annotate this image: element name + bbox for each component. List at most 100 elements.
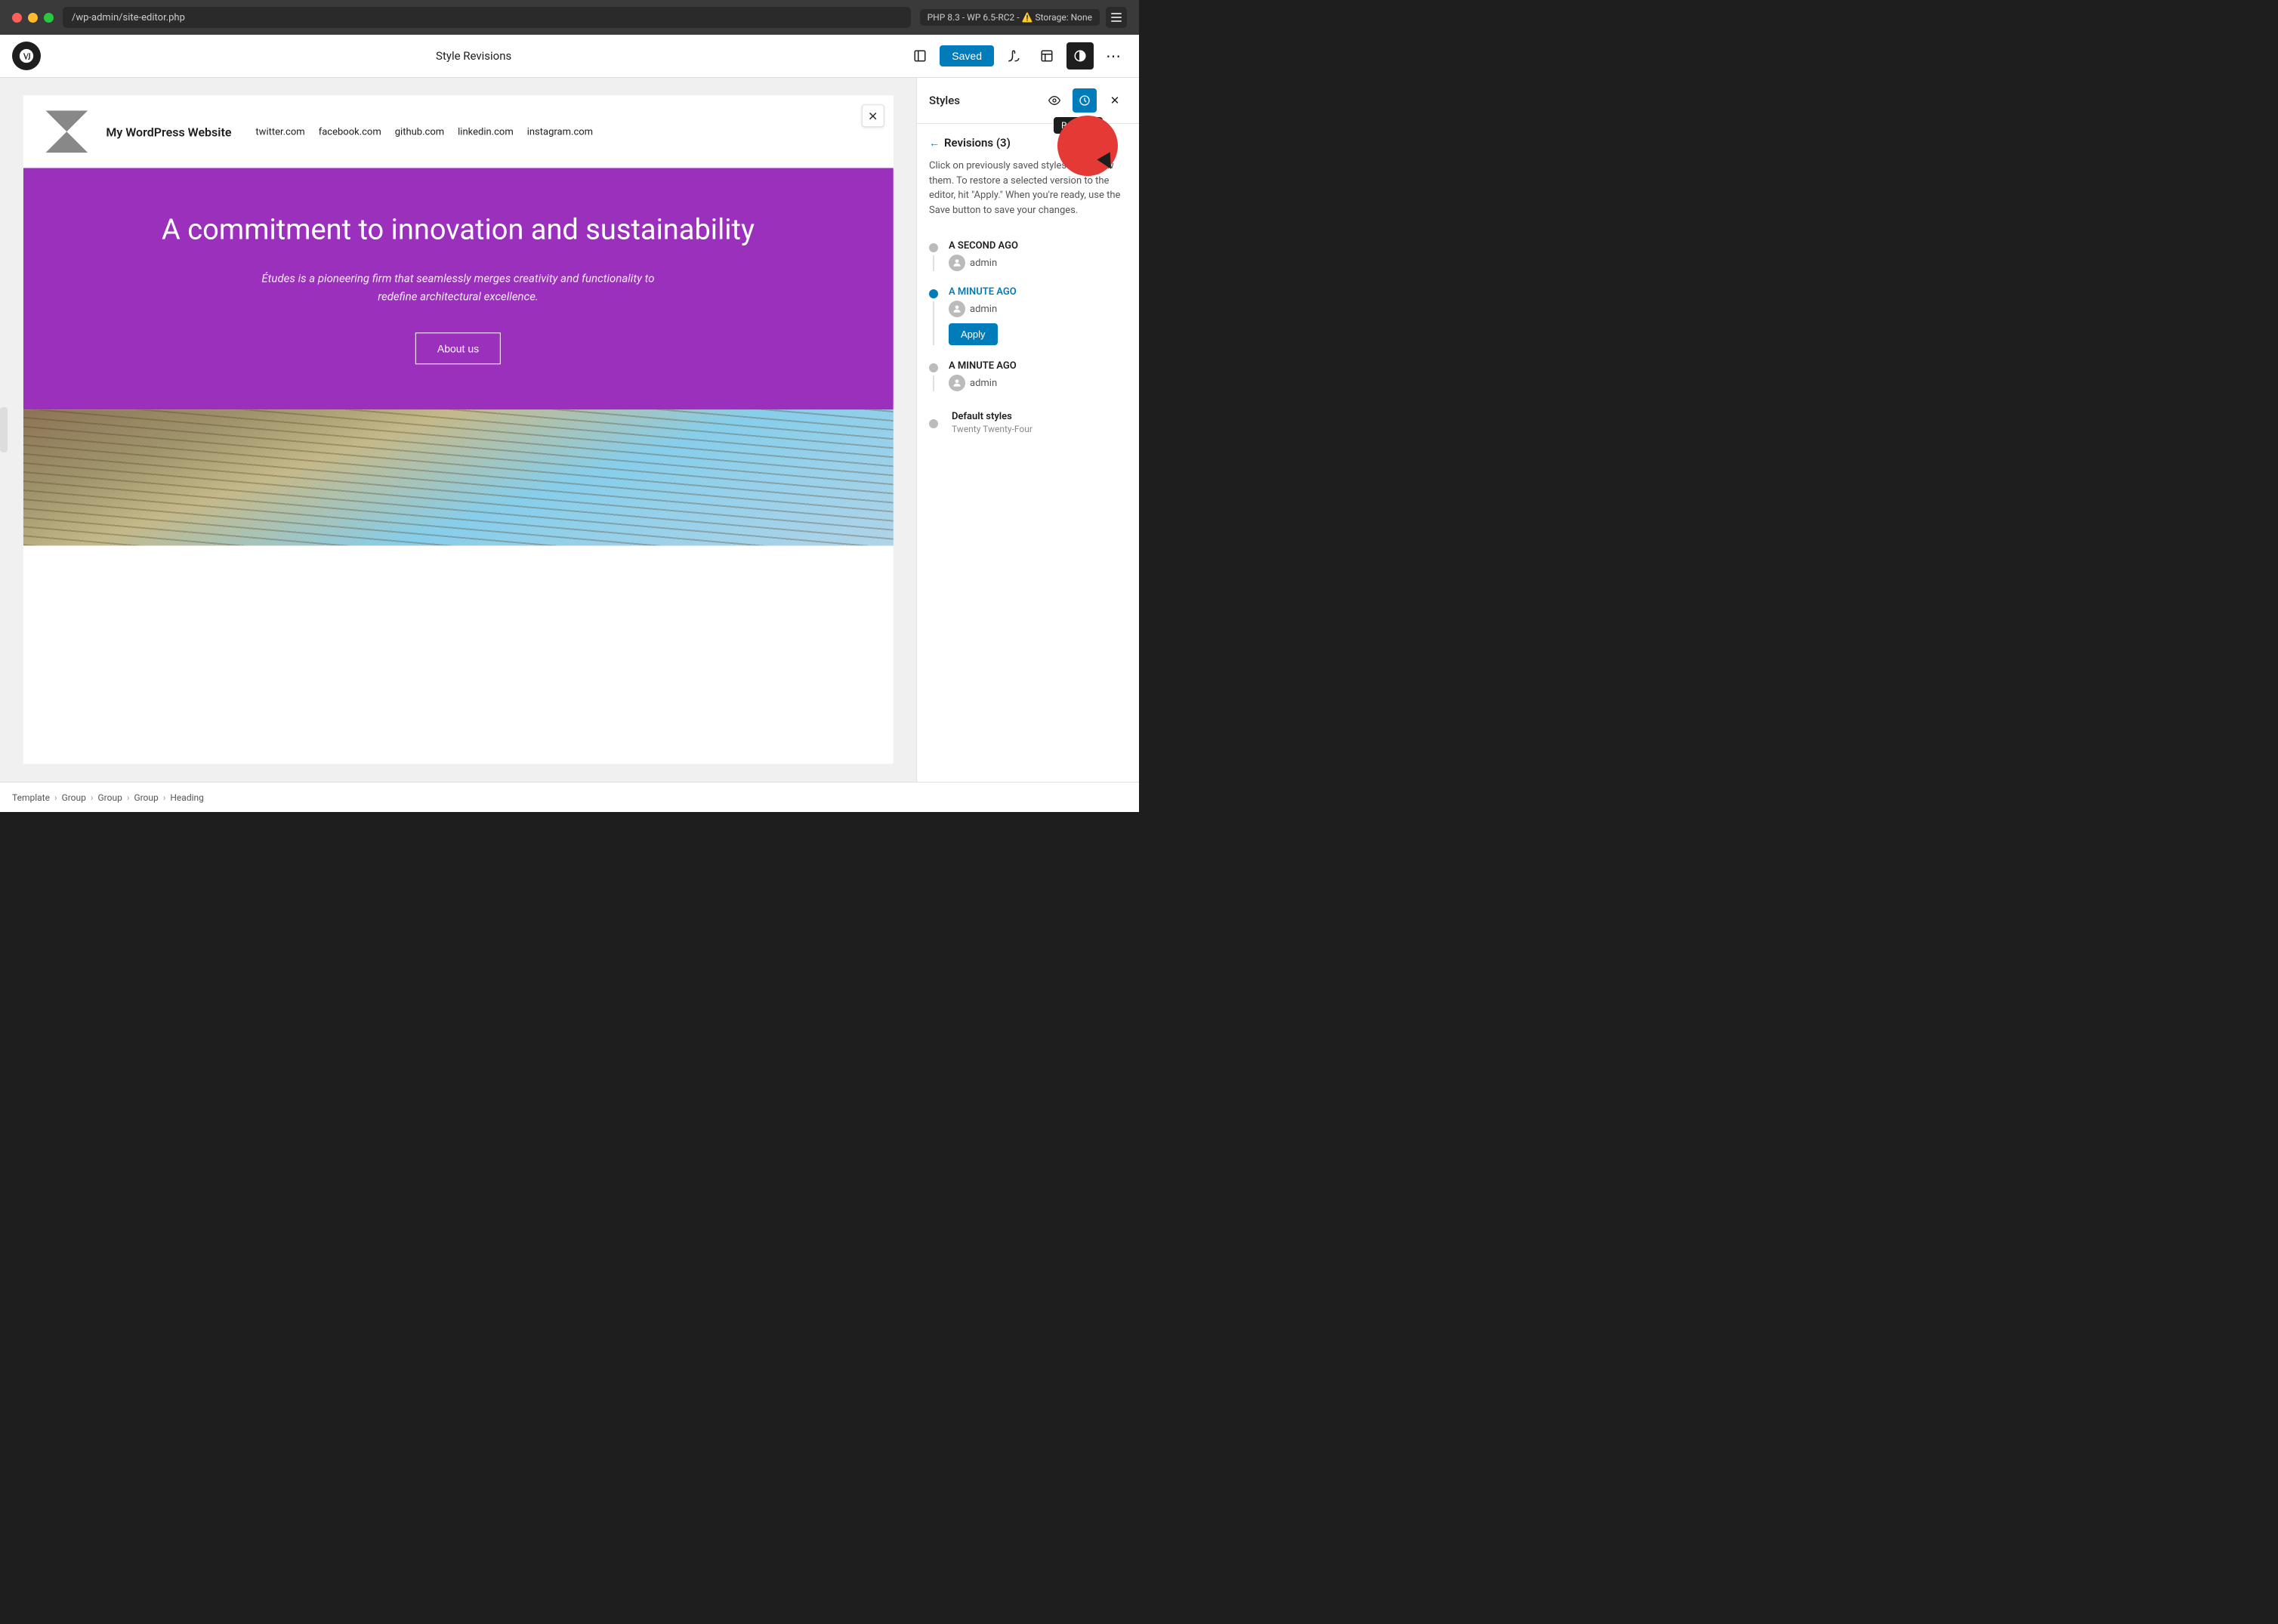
minimize-traffic-light[interactable] (28, 13, 38, 23)
wordpress-logo-icon (18, 48, 35, 64)
preview-icon-button[interactable] (906, 42, 934, 69)
browser-menu-button[interactable] (1106, 7, 1127, 28)
history-icon (1079, 94, 1091, 107)
hero-cta-button[interactable]: About us (415, 332, 501, 364)
main-layout: My WordPress Website twitter.com faceboo… (0, 78, 1139, 782)
nav-link-twitter[interactable]: twitter.com (255, 126, 304, 137)
revision-content-1: A SECOND AGO admin (949, 240, 1127, 271)
breadcrumb: Template › Group › Group › Group › Headi… (0, 782, 1139, 812)
panel-header-title: Styles (929, 94, 1036, 107)
site-preview: My WordPress Website twitter.com faceboo… (23, 95, 893, 764)
user-icon-2 (952, 304, 962, 314)
close-preview-button[interactable]: ✕ (862, 104, 884, 127)
revision-author-row-3: admin (949, 375, 1127, 391)
revision-line-2 (933, 301, 934, 345)
revision-line-1 (933, 255, 934, 271)
revision-content-3: A MINUTE AGO admin (949, 360, 1127, 391)
breadcrumb-item-group-1[interactable]: Group (62, 792, 86, 803)
admin-bar-title: Style Revisions (50, 49, 897, 63)
nav-link-instagram[interactable]: instagram.com (527, 126, 593, 137)
revision-dot-col-3 (929, 360, 938, 391)
author-avatar-3 (949, 375, 965, 391)
arch-lines-overlay (23, 409, 893, 545)
revision-dot-3 (929, 363, 938, 372)
php-badge: PHP 8.3 - WP 6.5-RC2 - ⚠️ Storage: None (920, 9, 1100, 26)
contrast-icon (1073, 49, 1087, 63)
nav-link-facebook[interactable]: facebook.com (319, 126, 381, 137)
side-panel: Styles Revision ✕ ← Revisions (3) Click … (916, 78, 1139, 782)
user-icon-3 (952, 378, 962, 388)
breadcrumb-item-group-3[interactable]: Group (134, 792, 158, 803)
author-name-1: admin (970, 258, 997, 269)
brush-icon-button[interactable] (1000, 42, 1027, 69)
hero-title: A commitment to innovation and sustainab… (53, 213, 863, 248)
revision-time-2: A MINUTE AGO (949, 286, 1127, 298)
revision-dot-col-1 (929, 240, 938, 271)
admin-bar-actions: Saved ⋯ (906, 42, 1127, 69)
list-item[interactable]: A MINUTE AGO admin Apply (929, 279, 1127, 353)
browser-chrome: /wp-admin/site-editor.php PHP 8.3 - WP 6… (0, 0, 1139, 35)
breadcrumb-sep-1: › (54, 792, 57, 803)
browser-actions: PHP 8.3 - WP 6.5-RC2 - ⚠️ Storage: None (920, 7, 1127, 28)
history-icon-button[interactable]: Revision (1073, 88, 1097, 113)
breadcrumb-item-heading[interactable]: Heading (170, 792, 204, 803)
list-item[interactable]: A MINUTE AGO admin (929, 353, 1127, 399)
revision-time-3: A MINUTE AGO (949, 360, 1127, 372)
hero-subtitle: Études is a pioneering firm that seamles… (247, 269, 670, 305)
preview-icon (913, 49, 927, 63)
default-styles-content: Default styles Twenty Twenty-Four (952, 411, 1033, 434)
breadcrumb-item-group-2[interactable]: Group (98, 792, 122, 803)
revision-dot-col-2 (929, 286, 938, 345)
revision-dot-2 (929, 289, 938, 298)
layout-icon (1040, 49, 1054, 63)
nav-link-github[interactable]: github.com (395, 126, 444, 137)
nav-link-linkedin[interactable]: linkedin.com (458, 126, 514, 137)
address-bar[interactable]: /wp-admin/site-editor.php (63, 7, 911, 28)
close-traffic-light[interactable] (12, 13, 22, 23)
user-icon-1 (952, 258, 962, 268)
author-name-3: admin (970, 378, 997, 389)
contrast-icon-button[interactable] (1066, 42, 1094, 69)
eye-icon (1048, 94, 1060, 107)
site-nav: twitter.com facebook.com github.com link… (255, 126, 593, 137)
breadcrumb-sep-3: › (127, 792, 130, 803)
site-logo (45, 110, 88, 153)
revision-time-1: A SECOND AGO (949, 240, 1127, 252)
revision-dot-1 (929, 243, 938, 252)
revision-author-row-1: admin (949, 255, 1127, 271)
eye-icon-button[interactable] (1042, 88, 1066, 113)
site-hero: A commitment to innovation and sustainab… (23, 168, 893, 409)
saved-button[interactable]: Saved (940, 45, 994, 66)
layout-icon-button[interactable] (1033, 42, 1060, 69)
close-panel-button[interactable]: ✕ (1103, 88, 1127, 113)
apply-button[interactable]: Apply (949, 323, 998, 345)
panel-header: Styles Revision ✕ (917, 78, 1139, 124)
author-avatar-1 (949, 255, 965, 271)
breadcrumb-sep-4: › (163, 792, 166, 803)
revisions-panel: ← Revisions (3) Click on previously save… (917, 124, 1139, 782)
default-styles-section: Default styles Twenty Twenty-Four (929, 405, 1127, 434)
revision-content-2: A MINUTE AGO admin Apply (949, 286, 1127, 345)
revision-author-row-2: admin (949, 301, 1127, 317)
menu-line-2 (1111, 17, 1122, 18)
revisions-heading: Revisions (3) (944, 136, 1011, 150)
site-image-section (23, 409, 893, 545)
more-options-button[interactable]: ⋯ (1100, 42, 1127, 69)
traffic-lights (12, 13, 54, 23)
site-header: My WordPress Website twitter.com faceboo… (23, 95, 893, 168)
wp-admin-bar: Style Revisions Saved ⋯ (0, 35, 1139, 78)
author-avatar-2 (949, 301, 965, 317)
menu-line-1 (1111, 13, 1122, 14)
brush-icon (1007, 49, 1020, 63)
left-resize-handle[interactable] (0, 407, 8, 452)
cursor-indicator (1057, 116, 1118, 176)
author-name-2: admin (970, 304, 997, 315)
maximize-traffic-light[interactable] (44, 13, 54, 23)
back-button[interactable]: ← (929, 137, 940, 150)
breadcrumb-item-template[interactable]: Template (12, 792, 50, 803)
default-dot (929, 419, 938, 428)
revision-line-3 (933, 375, 934, 391)
canvas-area: My WordPress Website twitter.com faceboo… (0, 78, 916, 782)
wordpress-logo[interactable] (12, 42, 41, 70)
list-item[interactable]: A SECOND AGO admin (929, 233, 1127, 279)
